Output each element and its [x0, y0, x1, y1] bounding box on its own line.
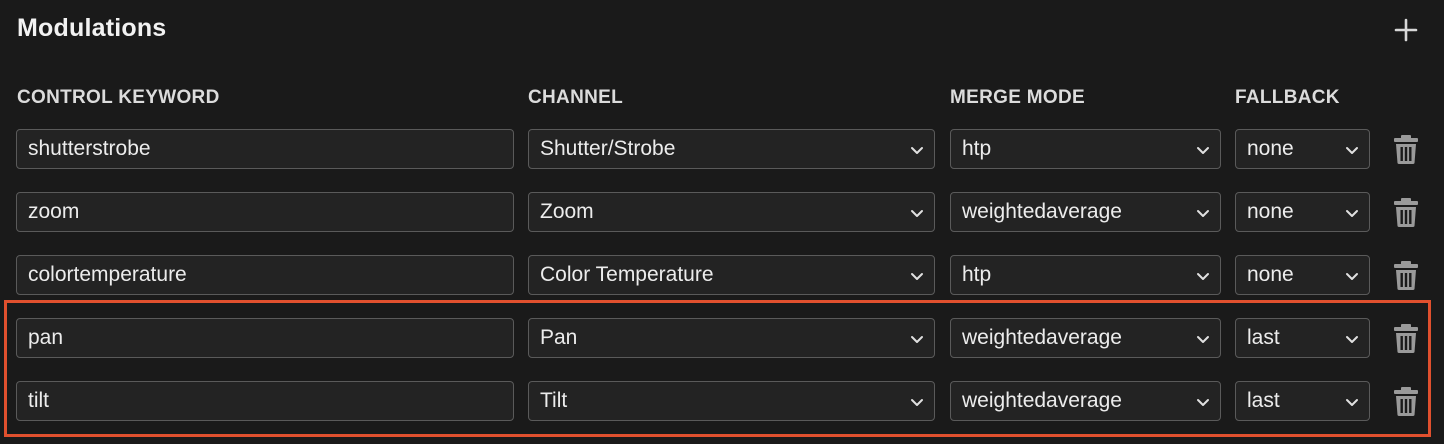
merge-mode-value: htp: [962, 137, 992, 160]
fallback-select[interactable]: none: [1235, 255, 1370, 295]
channel-value: Pan: [540, 326, 578, 349]
trash-icon: [1394, 324, 1418, 353]
channel-select[interactable]: Color Temperature: [528, 255, 935, 295]
column-header-channel: CHANNEL: [528, 87, 623, 108]
modulations-panel: Modulations CONTROL KEYWORD CHANNEL MERG…: [0, 0, 1444, 444]
column-header-merge-mode: MERGE MODE: [950, 87, 1085, 108]
merge-mode-select[interactable]: htp: [950, 129, 1221, 169]
trash-icon: [1394, 261, 1418, 290]
chevron-down-icon: [1197, 336, 1209, 343]
delete-row-button[interactable]: [1391, 322, 1421, 354]
control-keyword-input[interactable]: pan: [16, 318, 514, 358]
section-title: Modulations: [17, 14, 167, 42]
control-keyword-input[interactable]: shutterstrobe: [16, 129, 514, 169]
trash-icon: [1394, 135, 1418, 164]
delete-row-button[interactable]: [1391, 196, 1421, 228]
fallback-select[interactable]: none: [1235, 129, 1370, 169]
chevron-down-icon: [1346, 336, 1358, 343]
control-keyword-value: colortemperature: [28, 263, 187, 286]
chevron-down-icon: [1197, 273, 1209, 280]
control-keyword-input[interactable]: colortemperature: [16, 255, 514, 295]
chevron-down-icon: [1197, 147, 1209, 154]
merge-mode-select[interactable]: weightedaverage: [950, 318, 1221, 358]
chevron-down-icon: [1197, 399, 1209, 406]
chevron-down-icon: [911, 273, 923, 280]
column-header-fallback: FALLBACK: [1235, 87, 1340, 108]
plus-icon: [1394, 18, 1418, 42]
chevron-down-icon: [1197, 210, 1209, 217]
chevron-down-icon: [911, 210, 923, 217]
merge-mode-value: weightedaverage: [962, 389, 1122, 412]
fallback-select[interactable]: last: [1235, 381, 1370, 421]
channel-select[interactable]: Tilt: [528, 381, 935, 421]
modulation-row: shutterstrobe Shutter/Strobe htp none: [0, 129, 1444, 171]
chevron-down-icon: [911, 399, 923, 406]
merge-mode-value: htp: [962, 263, 992, 286]
merge-mode-select[interactable]: htp: [950, 255, 1221, 295]
chevron-down-icon: [1346, 210, 1358, 217]
control-keyword-input[interactable]: tilt: [16, 381, 514, 421]
channel-select[interactable]: Pan: [528, 318, 935, 358]
control-keyword-input[interactable]: zoom: [16, 192, 514, 232]
control-keyword-value: tilt: [28, 389, 49, 412]
fallback-value: last: [1247, 326, 1280, 349]
chevron-down-icon: [911, 147, 923, 154]
channel-value: Tilt: [540, 389, 568, 412]
channel-value: Zoom: [540, 200, 594, 223]
fallback-value: none: [1247, 200, 1294, 223]
control-keyword-value: shutterstrobe: [28, 137, 151, 160]
fallback-value: last: [1247, 389, 1280, 412]
merge-mode-select[interactable]: weightedaverage: [950, 192, 1221, 232]
delete-row-button[interactable]: [1391, 133, 1421, 165]
chevron-down-icon: [1346, 273, 1358, 280]
control-keyword-value: zoom: [28, 200, 80, 223]
chevron-down-icon: [911, 336, 923, 343]
fallback-select[interactable]: none: [1235, 192, 1370, 232]
modulation-row: zoom Zoom weightedaverage none: [0, 192, 1444, 234]
chevron-down-icon: [1346, 399, 1358, 406]
add-modulation-button[interactable]: [1390, 12, 1422, 48]
modulation-row: pan Pan weightedaverage last: [0, 318, 1444, 360]
control-keyword-value: pan: [28, 326, 64, 349]
modulation-row: colortemperature Color Temperature htp none: [0, 255, 1444, 297]
channel-select[interactable]: Zoom: [528, 192, 935, 232]
delete-row-button[interactable]: [1391, 385, 1421, 417]
delete-row-button[interactable]: [1391, 259, 1421, 291]
merge-mode-value: weightedaverage: [962, 326, 1122, 349]
trash-icon: [1394, 198, 1418, 227]
merge-mode-value: weightedaverage: [962, 200, 1122, 223]
merge-mode-select[interactable]: weightedaverage: [950, 381, 1221, 421]
channel-value: Shutter/Strobe: [540, 137, 676, 160]
fallback-select[interactable]: last: [1235, 318, 1370, 358]
channel-select[interactable]: Shutter/Strobe: [528, 129, 935, 169]
fallback-value: none: [1247, 137, 1294, 160]
channel-value: Color Temperature: [540, 263, 714, 286]
fallback-value: none: [1247, 263, 1294, 286]
chevron-down-icon: [1346, 147, 1358, 154]
modulation-row: tilt Tilt weightedaverage last: [0, 381, 1444, 423]
column-header-control-keyword: CONTROL KEYWORD: [17, 87, 220, 108]
trash-icon: [1394, 387, 1418, 416]
